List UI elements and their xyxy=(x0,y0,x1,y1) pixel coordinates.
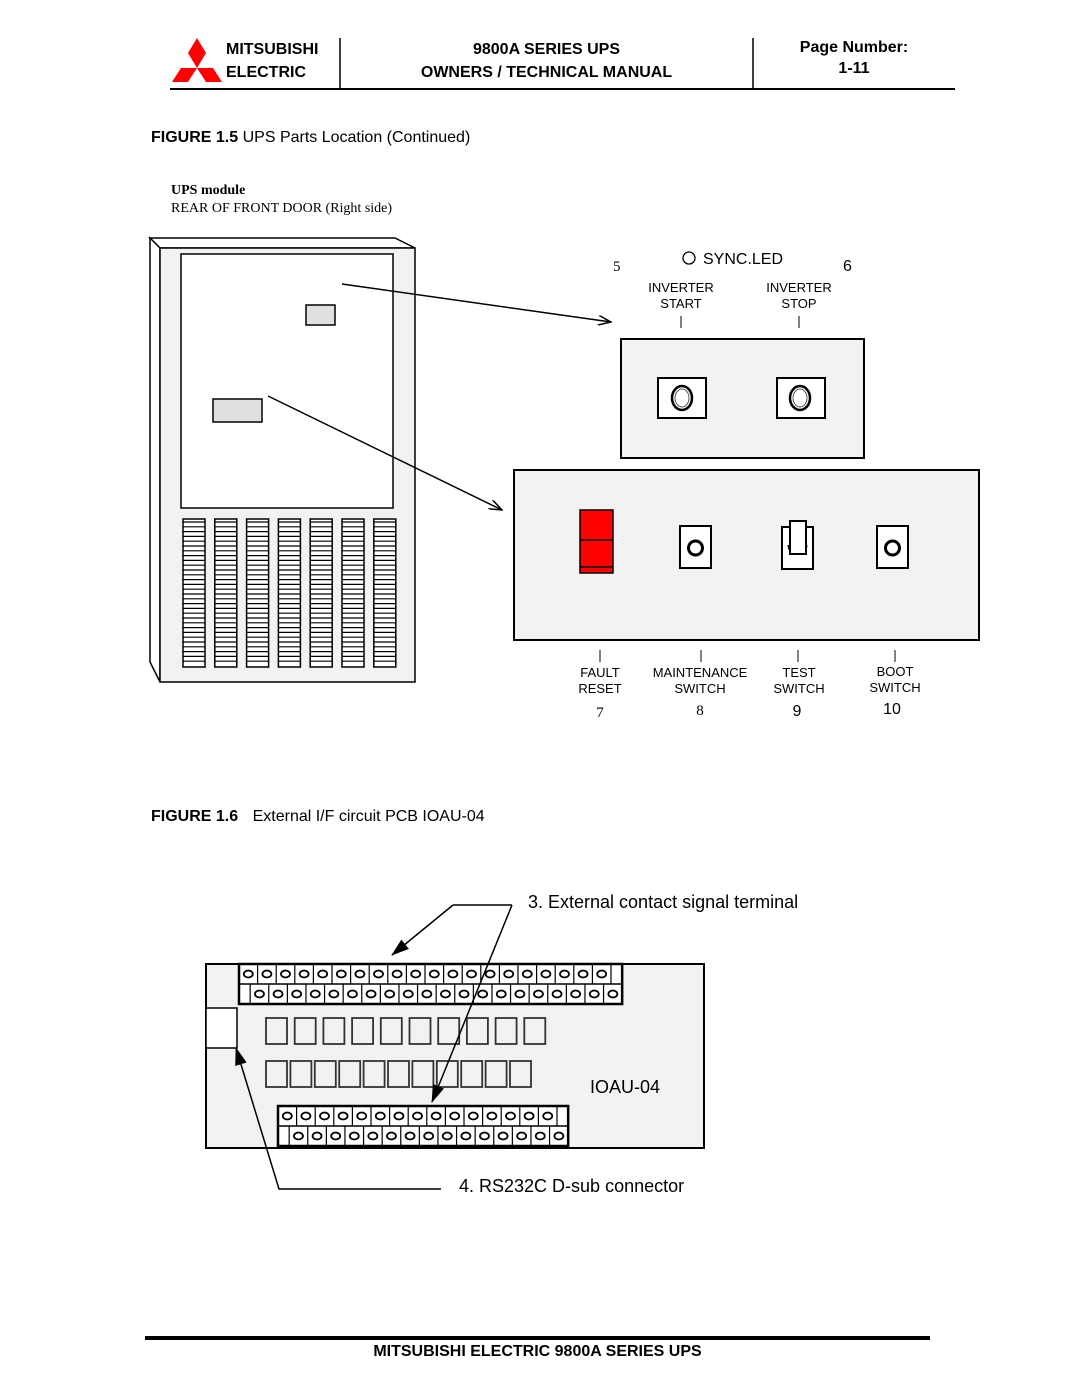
footer-text: MITSUBISHI ELECTRIC 9800A SERIES UPS xyxy=(373,1343,702,1360)
footer-rule xyxy=(145,1336,930,1340)
